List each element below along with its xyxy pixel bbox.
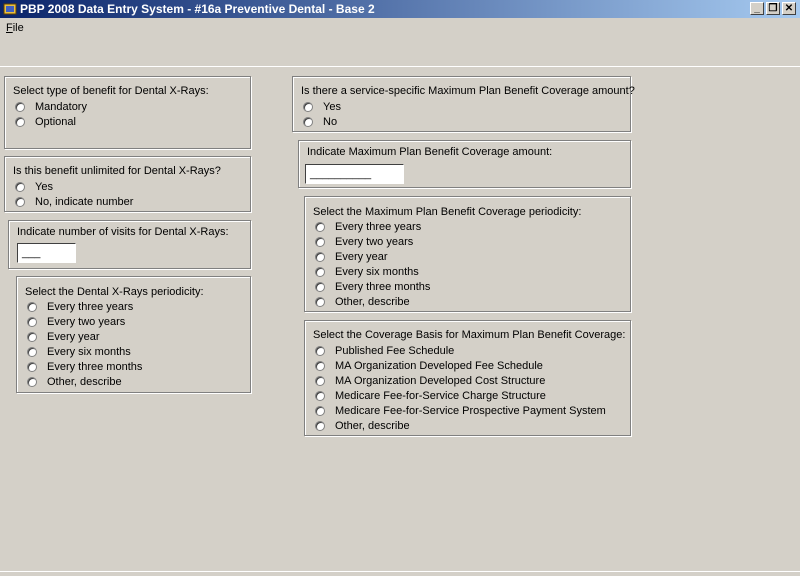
menu-file-label: ile [12,22,24,34]
radio-label: Every two years [335,236,414,248]
radio-label: Every six months [335,266,419,278]
visits-prompt: Indicate number of visits for Dental X-R… [17,226,229,238]
xray-periodicity-prompt: Select the Dental X-Rays periodicity: [25,286,204,298]
radio-label: Other, describe [335,296,410,308]
radio-circle[interactable] [15,117,25,127]
radio-circle[interactable] [27,317,37,327]
radio-label: Yes [35,181,53,193]
radio-label: Other, describe [335,420,410,432]
radio-circle[interactable] [15,182,25,192]
radio-label: Optional [35,116,76,128]
radio-label: No [323,116,338,128]
menu-bar: File [0,19,800,37]
radio-circle[interactable] [27,347,37,357]
radio-circle[interactable] [27,302,37,312]
menu-file[interactable]: File [6,22,24,34]
radio-circle[interactable] [315,361,325,371]
radio-circle[interactable] [27,332,37,342]
radio-circle[interactable] [315,267,325,277]
radio-label: Mandatory [35,101,87,113]
title-bar: PBP 2008 Data Entry System - #16a Preven… [0,0,800,18]
radio-label: Every three months [335,281,431,293]
radio-circle[interactable] [15,197,25,207]
window-title: PBP 2008 Data Entry System - #16a Preven… [20,2,375,16]
menu-file-mnemonic: F [6,22,13,34]
max-amount-value: __________ [310,168,372,180]
radio-label: Every year [335,251,388,263]
radio-label: Every three months [47,361,143,373]
radio-label: Other, describe [47,376,122,388]
radio-label: No, indicate number [35,196,134,208]
max-periodicity-group: Select the Maximum Plan Benefit Coverage… [304,196,631,312]
radio-circle[interactable] [315,376,325,386]
radio-circle[interactable] [315,252,325,262]
radio-circle[interactable] [315,421,325,431]
status-separator [0,571,800,572]
radio-label: Medicare Fee-for-Service Prospective Pay… [335,405,606,417]
benefit-type-prompt: Select type of benefit for Dental X-Rays… [13,85,209,97]
max-amount-prompt: Indicate Maximum Plan Benefit Coverage a… [307,146,553,158]
radio-label: Every two years [47,316,126,328]
radio-label: Medicare Fee-for-Service Charge Structur… [335,390,546,402]
unlimited-prompt: Is this benefit unlimited for Dental X-R… [13,165,221,177]
radio-label: MA Organization Developed Fee Schedule [335,360,543,372]
radio-circle[interactable] [315,391,325,401]
visits-input[interactable]: ___ [17,243,76,263]
radio-label: Yes [323,101,341,113]
radio-circle[interactable] [315,406,325,416]
app-icon [3,3,17,15]
xray-periodicity-group: Select the Dental X-Rays periodicity: Ev… [16,276,251,393]
radio-label: Every year [47,331,100,343]
radio-label: Every three years [335,221,422,233]
coverage-basis-group: Select the Coverage Basis for Maximum Pl… [304,320,631,436]
radio-circle[interactable] [315,237,325,247]
visits-group: Indicate number of visits for Dental X-R… [8,220,251,269]
radio-circle[interactable] [27,362,37,372]
max-amount-input[interactable]: __________ [305,164,404,184]
radio-circle[interactable] [303,102,313,112]
max-coverage-group: Is there a service-specific Maximum Plan… [292,76,635,132]
max-coverage-prompt: Is there a service-specific Maximum Plan… [301,85,635,97]
restore-button[interactable]: ❐ [766,2,780,15]
visits-value: ___ [22,247,41,259]
max-periodicity-prompt: Select the Maximum Plan Benefit Coverage… [313,206,582,218]
radio-label: Published Fee Schedule [335,345,455,357]
close-button[interactable]: ✕ [782,2,796,15]
benefit-type-group: Select type of benefit for Dental X-Rays… [4,76,251,149]
radio-circle[interactable] [27,377,37,387]
radio-label: Every six months [47,346,131,358]
radio-circle[interactable] [315,346,325,356]
unlimited-group: Is this benefit unlimited for Dental X-R… [4,156,251,212]
menu-separator [0,66,800,67]
radio-label: Every three years [47,301,134,313]
minimize-button[interactable]: _ [750,2,764,15]
radio-circle[interactable] [315,282,325,292]
radio-circle[interactable] [15,102,25,112]
radio-circle[interactable] [315,297,325,307]
radio-circle[interactable] [303,117,313,127]
coverage-basis-prompt: Select the Coverage Basis for Maximum Pl… [313,329,626,341]
radio-label: MA Organization Developed Cost Structure [335,375,546,387]
max-amount-group: Indicate Maximum Plan Benefit Coverage a… [298,140,631,188]
radio-circle[interactable] [315,222,325,232]
